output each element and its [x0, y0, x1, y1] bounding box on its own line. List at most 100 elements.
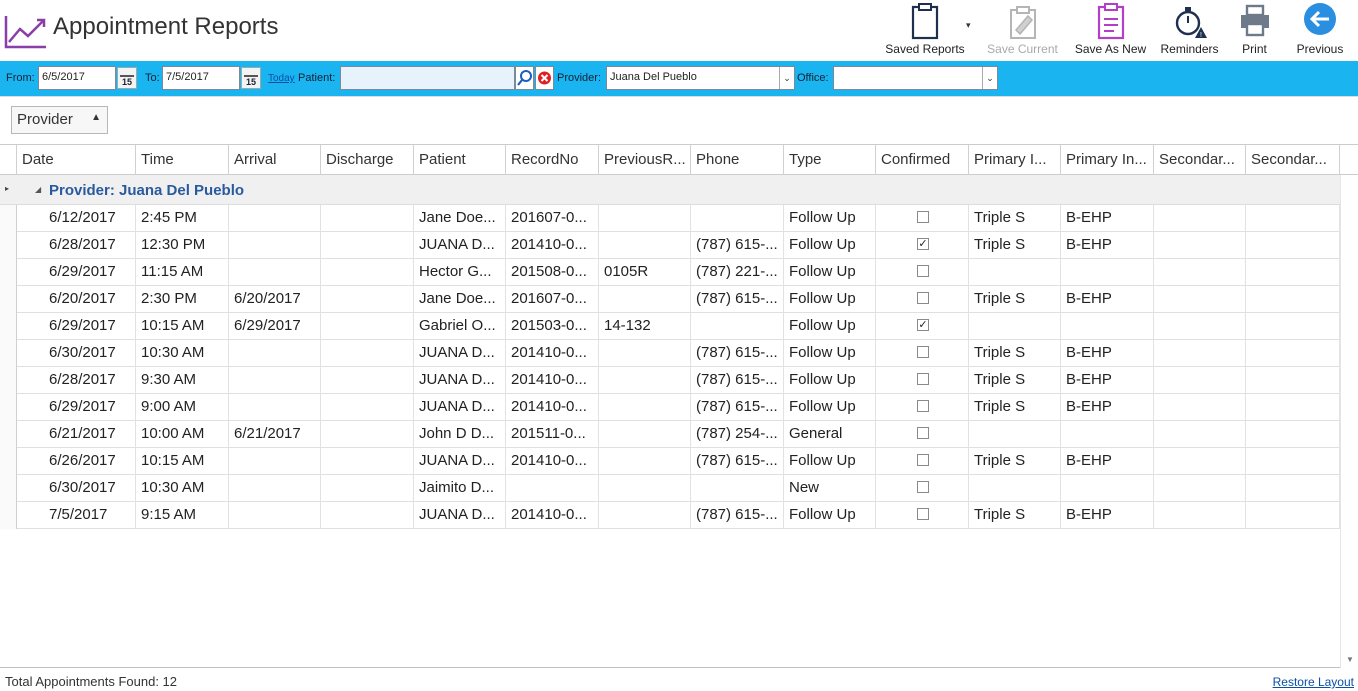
- row-selector[interactable]: [0, 475, 17, 502]
- provider-select[interactable]: Juana Del Pueblo ⌄: [606, 66, 795, 90]
- patient-clear-button[interactable]: [535, 66, 554, 90]
- save-as-new-button[interactable]: Save As New: [1073, 2, 1148, 60]
- table-row[interactable]: 6/28/2017 12:30 PM JUANA D... 201410-0... (7…: [0, 232, 1340, 259]
- patient-field[interactable]: [340, 66, 515, 90]
- restore-layout-link[interactable]: Restore Layout: [1273, 675, 1354, 689]
- reminders-button[interactable]: ! Reminders: [1157, 2, 1222, 60]
- column-header-date[interactable]: Date: [17, 145, 136, 175]
- confirmed-checkbox[interactable]: [917, 481, 929, 493]
- patient-search-button[interactable]: [515, 66, 534, 90]
- cell-confirmed: [876, 502, 969, 529]
- cell-confirmed: [876, 259, 969, 286]
- provider-label: Provider:: [557, 72, 602, 84]
- row-selector[interactable]: [0, 448, 17, 475]
- column-header-primary-insurance-plan[interactable]: Primary In...: [1061, 145, 1154, 175]
- table-row[interactable]: 6/30/2017 10:30 AM Jaimito D... New: [0, 475, 1340, 502]
- saved-reports-dropdown-icon[interactable]: ▾: [966, 20, 971, 31]
- cell-confirmed: [876, 394, 969, 421]
- column-header-record-no[interactable]: RecordNo: [506, 145, 599, 175]
- confirmed-checkbox[interactable]: ✓: [917, 319, 929, 331]
- cell-record-no: 201511-0...: [506, 421, 599, 448]
- print-button[interactable]: Print: [1232, 2, 1277, 60]
- cell-discharge: [321, 367, 414, 394]
- cell-previous-record: [599, 448, 691, 475]
- table-row[interactable]: 6/30/2017 10:30 AM JUANA D... 201410-0... (7…: [0, 340, 1340, 367]
- office-select[interactable]: ⌄: [833, 66, 998, 90]
- cell-secondary-insurance-plan: [1246, 205, 1340, 232]
- column-header-secondary-insurance-plan[interactable]: Secondar...: [1246, 145, 1340, 175]
- confirmed-checkbox[interactable]: [917, 211, 929, 223]
- cell-arrival: 6/21/2017: [229, 421, 321, 448]
- confirmed-checkbox[interactable]: ✓: [917, 238, 929, 250]
- row-selector[interactable]: [0, 313, 17, 340]
- cell-record-no: 201508-0...: [506, 259, 599, 286]
- table-row[interactable]: 6/21/2017 10:00 AM 6/21/2017 John D D... 201…: [0, 421, 1340, 448]
- to-date-field[interactable]: 7/5/2017: [162, 66, 240, 90]
- cell-patient: JUANA D...: [414, 502, 506, 529]
- table-row[interactable]: 6/20/2017 2:30 PM 6/20/2017 Jane Doe... 2016…: [0, 286, 1340, 313]
- collapse-icon[interactable]: ◢: [35, 185, 41, 194]
- row-selector[interactable]: [0, 259, 17, 286]
- cell-time: 2:30 PM: [136, 286, 229, 313]
- cell-primary-insurance-plan: [1061, 475, 1154, 502]
- column-header-secondary-insurance[interactable]: Secondar...: [1154, 145, 1246, 175]
- table-row[interactable]: 6/29/2017 10:15 AM 6/29/2017 Gabriel O... 20…: [0, 313, 1340, 340]
- to-calendar-icon[interactable]: 15: [241, 67, 261, 89]
- column-header-primary-insurance[interactable]: Primary I...: [969, 145, 1061, 175]
- row-selector[interactable]: [0, 340, 17, 367]
- row-selector[interactable]: [0, 286, 17, 313]
- column-header-phone[interactable]: Phone: [691, 145, 784, 175]
- cell-record-no: 201410-0...: [506, 367, 599, 394]
- vertical-scrollbar[interactable]: ▼: [1340, 175, 1358, 668]
- column-header-patient[interactable]: Patient: [414, 145, 506, 175]
- previous-button[interactable]: Previous: [1295, 2, 1345, 60]
- row-selector[interactable]: [0, 232, 17, 259]
- saved-reports-button[interactable]: Saved Reports: [885, 2, 965, 60]
- column-header-type[interactable]: Type: [784, 145, 876, 175]
- row-selector[interactable]: [0, 367, 17, 394]
- confirmed-checkbox[interactable]: [917, 373, 929, 385]
- today-link[interactable]: Today: [268, 73, 295, 84]
- confirmed-checkbox[interactable]: [917, 400, 929, 412]
- column-header-time[interactable]: Time: [136, 145, 229, 175]
- row-selector[interactable]: [0, 502, 17, 529]
- cell-type: Follow Up: [784, 205, 876, 232]
- table-row[interactable]: 6/26/2017 10:15 AM JUANA D... 201410-0... (7…: [0, 448, 1340, 475]
- confirmed-checkbox[interactable]: [917, 346, 929, 358]
- cell-type: Follow Up: [784, 232, 876, 259]
- from-date-field[interactable]: 6/5/2017: [38, 66, 116, 90]
- cell-primary-insurance: [969, 475, 1061, 502]
- confirmed-checkbox[interactable]: [917, 508, 929, 520]
- from-calendar-icon[interactable]: 15: [117, 67, 137, 89]
- column-header-arrival[interactable]: Arrival: [229, 145, 321, 175]
- confirmed-checkbox[interactable]: [917, 292, 929, 304]
- confirmed-checkbox[interactable]: [917, 427, 929, 439]
- table-row[interactable]: 7/5/2017 9:15 AM JUANA D... 201410-0... (787…: [0, 502, 1340, 529]
- cell-discharge: [321, 340, 414, 367]
- column-header-discharge[interactable]: Discharge: [321, 145, 414, 175]
- cell-type: Follow Up: [784, 286, 876, 313]
- cell-phone: [691, 475, 784, 502]
- cell-secondary-insurance: [1154, 421, 1246, 448]
- column-header-previous-record[interactable]: PreviousR...: [599, 145, 691, 175]
- scroll-down-icon[interactable]: ▼: [1346, 655, 1354, 664]
- confirmed-checkbox[interactable]: [917, 265, 929, 277]
- cell-discharge: [321, 394, 414, 421]
- column-header-confirmed[interactable]: Confirmed: [876, 145, 969, 175]
- cell-secondary-insurance-plan: [1246, 367, 1340, 394]
- row-selector[interactable]: [0, 205, 17, 232]
- row-selector[interactable]: [0, 421, 17, 448]
- cell-secondary-insurance: [1154, 286, 1246, 313]
- table-row[interactable]: 6/28/2017 9:30 AM JUANA D... 201410-0... (78…: [0, 367, 1340, 394]
- row-selector[interactable]: [0, 394, 17, 421]
- confirmed-checkbox[interactable]: [917, 454, 929, 466]
- table-row[interactable]: 6/12/2017 2:45 PM Jane Doe... 201607-0... Fo…: [0, 205, 1340, 232]
- save-current-button[interactable]: Save Current: [985, 2, 1060, 60]
- group-by-provider-chip[interactable]: Provider ▲: [11, 106, 108, 134]
- table-row[interactable]: 6/29/2017 11:15 AM Hector G... 201508-0... 0…: [0, 259, 1340, 286]
- group-row-provider[interactable]: ▸ ◢ Provider: Juana Del Pueblo: [0, 175, 1340, 205]
- cell-patient: Jaimito D...: [414, 475, 506, 502]
- cell-confirmed: [876, 205, 969, 232]
- table-row[interactable]: 6/29/2017 9:00 AM JUANA D... 201410-0... (78…: [0, 394, 1340, 421]
- cell-time: 11:15 AM: [136, 259, 229, 286]
